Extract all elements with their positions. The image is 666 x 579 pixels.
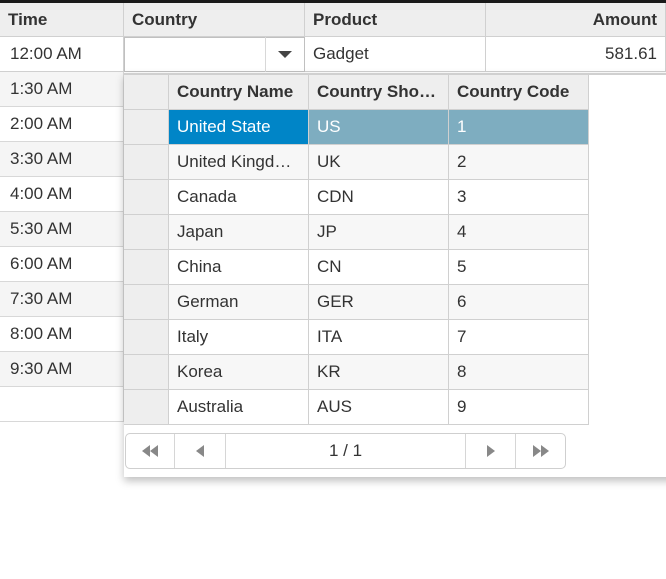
row-header[interactable]	[124, 145, 169, 180]
country-code-cell[interactable]: 7	[449, 320, 589, 355]
country-short-cell[interactable]: GER	[309, 285, 449, 320]
chevron-down-icon	[278, 51, 292, 58]
time-cell[interactable]	[0, 387, 124, 422]
country-dropdown-button[interactable]	[265, 37, 304, 72]
pager: 1 / 1	[125, 433, 566, 469]
column-header-country-short[interactable]: Country Sho…	[309, 75, 449, 110]
column-header-country-name[interactable]: Country Name	[169, 75, 309, 110]
country-code-cell[interactable]: 4	[449, 215, 589, 250]
prev-page-button[interactable]	[175, 434, 226, 468]
row-header[interactable]	[124, 215, 169, 250]
right-icon	[486, 445, 495, 457]
country-name-cell[interactable]: German	[169, 285, 309, 320]
time-cell[interactable]: 4:00 AM	[0, 177, 124, 212]
time-cell[interactable]: 6:00 AM	[0, 247, 124, 282]
row-header[interactable]	[124, 285, 169, 320]
next-page-button[interactable]	[466, 434, 516, 468]
double-left-icon	[142, 445, 158, 457]
country-name-cell[interactable]: Japan	[169, 215, 309, 250]
row-header-corner	[124, 75, 169, 110]
edit-row-time-cell[interactable]: 12:00 AM	[0, 37, 124, 72]
country-short-cell[interactable]: CDN	[309, 180, 449, 215]
edit-row-amount-cell[interactable]: 581.61	[486, 37, 666, 72]
country-code-cell[interactable]: 8	[449, 355, 589, 390]
country-code-cell[interactable]: 9	[449, 390, 589, 425]
country-code-cell[interactable]: 2	[449, 145, 589, 180]
double-right-icon	[532, 445, 549, 457]
column-header-country-code[interactable]: Country Code	[449, 75, 589, 110]
country-code-cell[interactable]: 3	[449, 180, 589, 215]
country-short-cell[interactable]: ITA	[309, 320, 449, 355]
country-dropdown-popup: Country Name Country Sho… Country Code U…	[124, 73, 666, 477]
country-short-cell[interactable]: US	[309, 110, 449, 145]
first-page-button[interactable]	[126, 434, 175, 468]
column-header-time[interactable]: Time	[0, 3, 124, 37]
time-cell[interactable]: 7:30 AM	[0, 282, 124, 317]
row-header[interactable]	[124, 180, 169, 215]
country-name-cell[interactable]: United State	[169, 110, 309, 145]
time-cell[interactable]: 8:00 AM	[0, 317, 124, 352]
column-header-country[interactable]: Country	[124, 3, 305, 37]
country-name-cell[interactable]: United Kingd…	[169, 145, 309, 180]
country-short-cell[interactable]: CN	[309, 250, 449, 285]
country-code-cell[interactable]: 5	[449, 250, 589, 285]
column-header-product[interactable]: Product	[305, 3, 486, 37]
country-short-cell[interactable]: JP	[309, 215, 449, 250]
last-page-button[interactable]	[516, 434, 565, 468]
country-code-cell[interactable]: 6	[449, 285, 589, 320]
country-name-cell[interactable]: Canada	[169, 180, 309, 215]
page-info: 1 / 1	[226, 434, 466, 468]
time-cell[interactable]: 2:00 AM	[0, 107, 124, 142]
row-header[interactable]	[124, 250, 169, 285]
time-cell[interactable]: 9:30 AM	[0, 352, 124, 387]
row-header[interactable]	[124, 390, 169, 425]
country-name-cell[interactable]: China	[169, 250, 309, 285]
time-cell[interactable]: 5:30 AM	[0, 212, 124, 247]
row-header[interactable]	[124, 355, 169, 390]
country-name-cell[interactable]: Italy	[169, 320, 309, 355]
column-header-amount[interactable]: Amount	[486, 3, 666, 37]
edit-row-product-cell[interactable]: Gadget	[305, 37, 486, 72]
country-short-cell[interactable]: KR	[309, 355, 449, 390]
country-short-cell[interactable]: UK	[309, 145, 449, 180]
row-header[interactable]	[124, 320, 169, 355]
country-code-cell[interactable]: 1	[449, 110, 589, 145]
row-header[interactable]	[124, 110, 169, 145]
left-icon	[196, 445, 204, 457]
time-cell[interactable]: 3:30 AM	[0, 142, 124, 177]
time-cell[interactable]: 1:30 AM	[0, 72, 124, 107]
country-name-cell[interactable]: Australia	[169, 390, 309, 425]
country-name-cell[interactable]: Korea	[169, 355, 309, 390]
country-short-cell[interactable]: AUS	[309, 390, 449, 425]
